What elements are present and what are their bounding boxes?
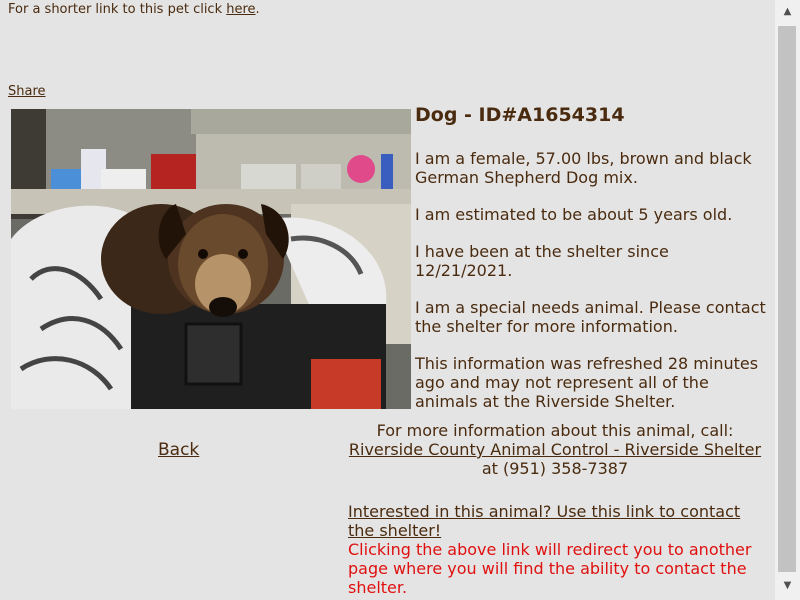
scrollbar-thumb[interactable] [778,26,796,572]
pet-age: I am estimated to be about 5 years old. [415,205,733,224]
pet-refresh-note: This information was refreshed 28 minute… [415,354,759,411]
pet-description: I am a female, 57.00 lbs, brown and blac… [415,149,752,187]
chevron-up-icon[interactable]: ▲ [775,6,800,17]
pet-info: Dog - ID#A1654314 I am a female, 57.00 l… [415,103,770,429]
pet-special-needs: I am a special needs animal. Please cont… [415,298,766,336]
contact-shelter-link[interactable]: Interested in this animal? Use this link… [348,502,740,540]
vertical-scrollbar[interactable]: ▲ ▼ [775,0,800,600]
shelter-name-link[interactable]: Riverside County Animal Control - Rivers… [349,440,761,459]
shortlink-line: For a shorter link to this pet click her… [8,2,260,17]
share-link[interactable]: Share [8,84,46,99]
shelter-phone: at (951) 358-7387 [481,459,629,478]
redirect-warning: Clicking the above link will redirect yo… [348,540,752,597]
chevron-down-icon[interactable]: ▼ [775,580,800,591]
shortlink-here-link[interactable]: here [226,2,255,17]
pet-shelter-since: I have been at the shelter since 12/21/2… [415,242,669,280]
shortlink-period: . [255,2,260,17]
back-link[interactable]: Back [158,440,199,460]
contact-info: For more information about this animal, … [348,421,762,478]
dog-photo-image [11,109,411,409]
interest-section: Interested in this animal? Use this link… [348,502,762,597]
pet-photo [11,109,411,409]
contact-intro: For more information about this animal, … [376,421,734,440]
contact-line: Riverside County Animal Control - Rivers… [348,440,762,478]
pet-title: Dog - ID#A1654314 [415,104,625,126]
shortlink-text: For a shorter link to this pet click [8,2,227,17]
